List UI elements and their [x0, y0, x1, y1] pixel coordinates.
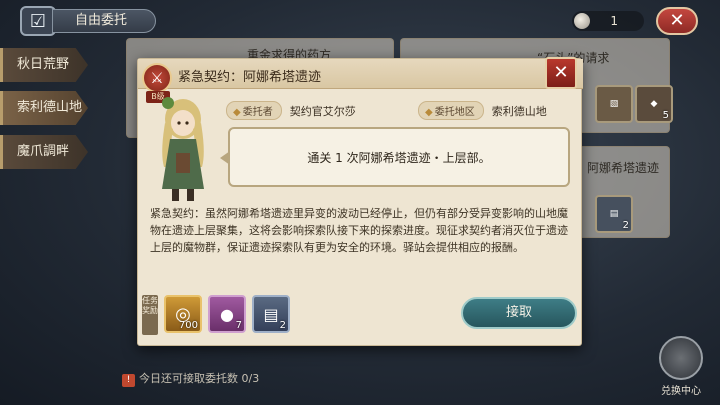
bread-icon: ● — [220, 304, 234, 324]
region-value: 索利德山地 — [491, 105, 547, 118]
objective-text: 通关 1 次阿娜希塔遗迹・上层部。 — [307, 150, 491, 165]
coin-counter: 1 — [572, 11, 644, 31]
coin-count: 1 — [610, 14, 618, 28]
page-title: 自由委托 — [52, 9, 156, 33]
pouch-icon: ◆ — [650, 99, 658, 109]
item-count: 2 — [622, 220, 629, 231]
close-page-button[interactable]: ✕ — [656, 7, 698, 35]
commission-icon: ☑ — [20, 6, 56, 36]
client-portrait — [162, 97, 204, 201]
tablet-icon: ▤ — [263, 304, 279, 324]
dialog-title: 紧急契约：阿娜希塔遗迹 — [178, 70, 322, 85]
reward-label: 任务奖励 — [142, 295, 158, 335]
tablet-icon: ▤ — [609, 209, 619, 219]
item-count: 2 — [279, 320, 286, 331]
reward-item-pouch: ◆ 5 — [635, 85, 673, 123]
exchange-label: 兑换中心 — [661, 386, 701, 397]
diamond-icon: ◆ — [233, 107, 241, 118]
objective-bubble: 通关 1 次阿娜希塔遗迹・上层部。 — [220, 127, 570, 187]
reward-list: 任务奖励 ◎ 700 ● 7 ▤ 2 — [142, 293, 312, 337]
top-bar: ☑ 自由委托 1 ✕ — [0, 0, 720, 40]
sidebar-item-claw-lakeside[interactable]: 魔爪調畔 — [0, 135, 88, 169]
card-title: 阿娜希塔遗迹 — [587, 161, 660, 175]
client-label: ◆ 委托者 — [226, 101, 282, 120]
region-label: ◆ 委托地区 — [418, 101, 484, 120]
reward-item-ore: ▧ — [595, 85, 633, 123]
ore-icon: ▧ — [609, 99, 619, 109]
reward-item-tablet: ▤ 2 — [595, 195, 633, 233]
exchange-center-button[interactable]: 兑换中心 — [652, 336, 710, 397]
sidebar-item-solid-mountains[interactable]: 索利德山地 — [0, 91, 88, 125]
item-count: 700 — [178, 320, 198, 331]
contract-description: 紧急契约：虽然阿娜希塔遗迹里异变的波动已经停止，但仍有部分受异变影响的山地魔物在… — [150, 207, 568, 254]
item-count: 7 — [235, 320, 242, 331]
warning-icon: ! — [122, 374, 135, 387]
client-value: 契约官艾尔莎 — [289, 105, 356, 118]
close-dialog-button[interactable]: ✕ — [545, 57, 577, 89]
diamond-icon: ◆ — [425, 107, 433, 118]
contract-dialog: 紧急契约：阿娜希塔遗迹 ⚔ B级 ✕ ◆ 委托者 契约官艾尔莎 ◆ 委托地区 索利德山地… — [137, 57, 583, 346]
reward-item-silver-coin[interactable]: ◎ 700 — [164, 295, 202, 333]
dialog-header: 紧急契约：阿娜希塔遗迹 — [138, 59, 583, 89]
client-row: ◆ 委托者 契约官艾尔莎 — [226, 101, 356, 120]
crossed-swords-icon: ⚔ — [142, 63, 172, 93]
reward-item-stone-tablet[interactable]: ▤ 2 — [252, 295, 290, 333]
daily-limit-count: 0/3 — [241, 372, 260, 385]
bag-icon — [659, 336, 703, 380]
daily-limit-note: ! 今日还可接取委托数 0/3 — [122, 370, 259, 387]
region-row: ◆ 委托地区 索利德山地 — [418, 101, 547, 120]
sidebar-item-autumn-wilds[interactable]: 秋日荒野 — [0, 48, 88, 82]
coin-icon — [574, 13, 590, 29]
reward-item-bread[interactable]: ● 7 — [208, 295, 246, 333]
item-count: 5 — [662, 110, 669, 121]
accept-button[interactable]: 接取 — [461, 297, 577, 329]
